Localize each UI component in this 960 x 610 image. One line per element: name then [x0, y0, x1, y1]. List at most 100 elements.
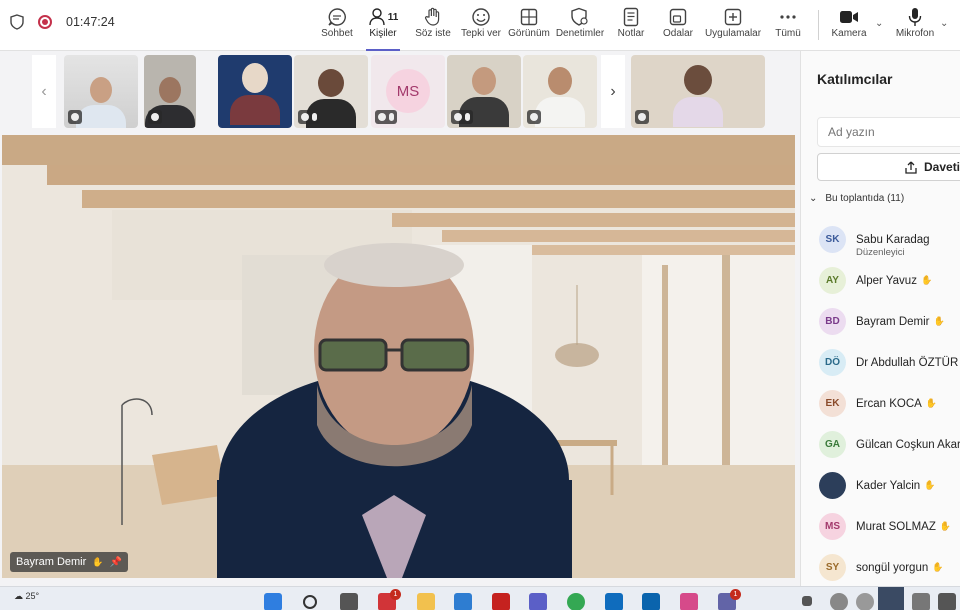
participant-name: Gülcan Coşkun Akar — [856, 438, 960, 451]
react-button[interactable]: Tepki ver — [461, 6, 501, 46]
participant-name: Murat SOLMAZ — [856, 520, 936, 533]
pin-icon[interactable]: 📌 — [110, 557, 122, 568]
start-icon[interactable] — [264, 593, 282, 610]
tray-icon[interactable] — [830, 593, 848, 610]
participant-row[interactable]: AY Alper Yavuz ✋ — [819, 260, 960, 301]
people-icon — [369, 8, 385, 26]
participant-row[interactable]: EK Ercan KOCA ✋ — [819, 383, 960, 424]
main-video-stage: Bayram Demir ✋ 📌 — [2, 135, 795, 578]
in-meeting-section-header[interactable]: ⌄ Bu toplantıda (11) — [809, 193, 904, 204]
participant-row[interactable]: Kader Yalcin ✋ — [819, 465, 960, 506]
participant-thumbnail-strip: MS — [32, 55, 766, 128]
store-icon[interactable] — [454, 593, 472, 610]
notes-button[interactable]: Notlar — [614, 6, 648, 46]
participant-row[interactable]: GAGülcan Coşkun Akar✋ — [819, 424, 960, 465]
controls-button[interactable]: Denetimler — [556, 6, 604, 46]
emoji-icon — [472, 8, 490, 26]
participant-thumbnail[interactable] — [294, 55, 368, 128]
meeting-timer: 01:47:24 — [66, 15, 115, 29]
avatar: MS — [386, 69, 430, 113]
avatar: GA — [819, 431, 846, 458]
hand-raised-icon — [378, 113, 386, 121]
windows-taskbar: ☁ 25° 1 1 — [0, 586, 960, 610]
toolbar-separator — [818, 10, 819, 40]
participant-name: Kader Yalcin — [856, 479, 921, 492]
participant-name: songül yorgun — [856, 561, 929, 574]
participant-thumbnail[interactable] — [144, 55, 196, 128]
speaker-name: Bayram Demir — [16, 556, 87, 568]
participant-row[interactable]: DÖDr Abdullah ÖZTÜR✋ — [819, 342, 960, 383]
participant-role: Düzenleyici — [856, 247, 905, 258]
participant-row[interactable]: SY songül yorgun ✋ — [819, 547, 960, 588]
weather-widget[interactable]: ☁ 25° — [14, 591, 39, 602]
participant-thumbnail[interactable] — [218, 55, 292, 128]
app-icon[interactable] — [605, 593, 623, 610]
rooms-button[interactable]: Odalar — [661, 6, 695, 46]
camera-button[interactable]: Kamera — [831, 6, 867, 46]
participant-row[interactable]: MS Murat SOLMAZ ✋ — [819, 506, 960, 547]
avatar: AY — [819, 267, 846, 294]
hand-raised-icon — [151, 113, 159, 121]
task-view-icon[interactable] — [340, 593, 358, 610]
panel-title: Katılımcılar — [817, 71, 893, 87]
app-icon[interactable]: 1 — [378, 589, 401, 610]
teams-icon[interactable] — [529, 593, 547, 610]
participant-thumbnail[interactable] — [631, 55, 765, 128]
shield-settings-icon — [571, 7, 588, 26]
breakout-rooms-icon — [669, 8, 687, 26]
participant-name: Dr Abdullah ÖZTÜR — [856, 356, 959, 369]
apps-button[interactable]: Uygulamalar — [705, 6, 761, 46]
more-icon — [780, 15, 796, 19]
raise-hand-button[interactable]: Söz iste — [414, 6, 452, 46]
hand-icon — [424, 7, 440, 26]
mic-muted-icon — [312, 113, 317, 121]
tray-icon[interactable] — [856, 593, 874, 610]
notes-icon — [623, 7, 639, 27]
shield-icon — [10, 14, 24, 30]
file-explorer-icon[interactable] — [417, 593, 435, 610]
participant-thumbnail[interactable] — [523, 55, 597, 128]
hand-raised-icon — [71, 113, 79, 121]
teams-icon[interactable]: 1 — [718, 589, 741, 610]
avatar: SY — [819, 554, 846, 581]
participant-thumbnail[interactable] — [64, 55, 138, 128]
participant-name: Bayram Demir — [856, 315, 930, 328]
microphone-icon[interactable] — [878, 587, 904, 610]
view-button[interactable]: Görünüm — [508, 6, 550, 46]
chrome-icon[interactable] — [567, 593, 585, 610]
mic-muted-icon — [389, 113, 394, 121]
participant-thumbnail[interactable]: MS — [371, 55, 445, 128]
chat-button[interactable]: Sohbet — [320, 6, 354, 46]
invite-button[interactable]: Daveti — [817, 153, 960, 181]
hand-raised-icon: ✋ — [932, 562, 944, 572]
hand-raised-icon: ✋ — [925, 398, 938, 408]
people-count: 11 — [387, 11, 399, 23]
camera-icon — [840, 11, 858, 23]
gmail-icon[interactable] — [492, 593, 510, 610]
more-button[interactable]: Tümü — [774, 6, 802, 46]
search-icon[interactable] — [303, 595, 317, 609]
recording-icon — [38, 15, 52, 29]
share-icon — [905, 161, 917, 174]
avatar: MS — [819, 513, 846, 540]
screen-icon[interactable] — [912, 593, 930, 610]
camera-options-chevron-icon[interactable]: ⌄ — [875, 18, 883, 29]
signal-icon — [638, 113, 646, 121]
participant-row[interactable]: SK Sabu Karadag Düzenleyici — [819, 219, 960, 260]
avatar — [819, 472, 846, 499]
participant-name: Ercan KOCA — [856, 397, 922, 410]
wifi-icon[interactable] — [938, 593, 956, 610]
meeting-toolbar: 01:47:24 Sohbet 11 Kişiler Söz iste Tepk… — [0, 0, 960, 51]
chat-icon — [328, 8, 346, 26]
participant-search-input[interactable] — [817, 117, 960, 147]
outlook-icon[interactable] — [642, 593, 660, 610]
hand-raised-icon: ✋ — [924, 480, 936, 490]
participant-thumbnail[interactable] — [447, 55, 521, 128]
people-button[interactable]: 11 Kişiler — [366, 6, 400, 51]
participant-row[interactable]: BD Bayram Demir ✋ — [819, 301, 960, 342]
mic-options-chevron-icon[interactable]: ⌄ — [940, 18, 948, 29]
chevron-up-icon[interactable] — [802, 596, 812, 606]
snipping-tool-icon[interactable] — [680, 593, 698, 610]
participant-name: Alper Yavuz — [856, 274, 917, 287]
mic-button[interactable]: Mikrofon — [894, 6, 936, 46]
